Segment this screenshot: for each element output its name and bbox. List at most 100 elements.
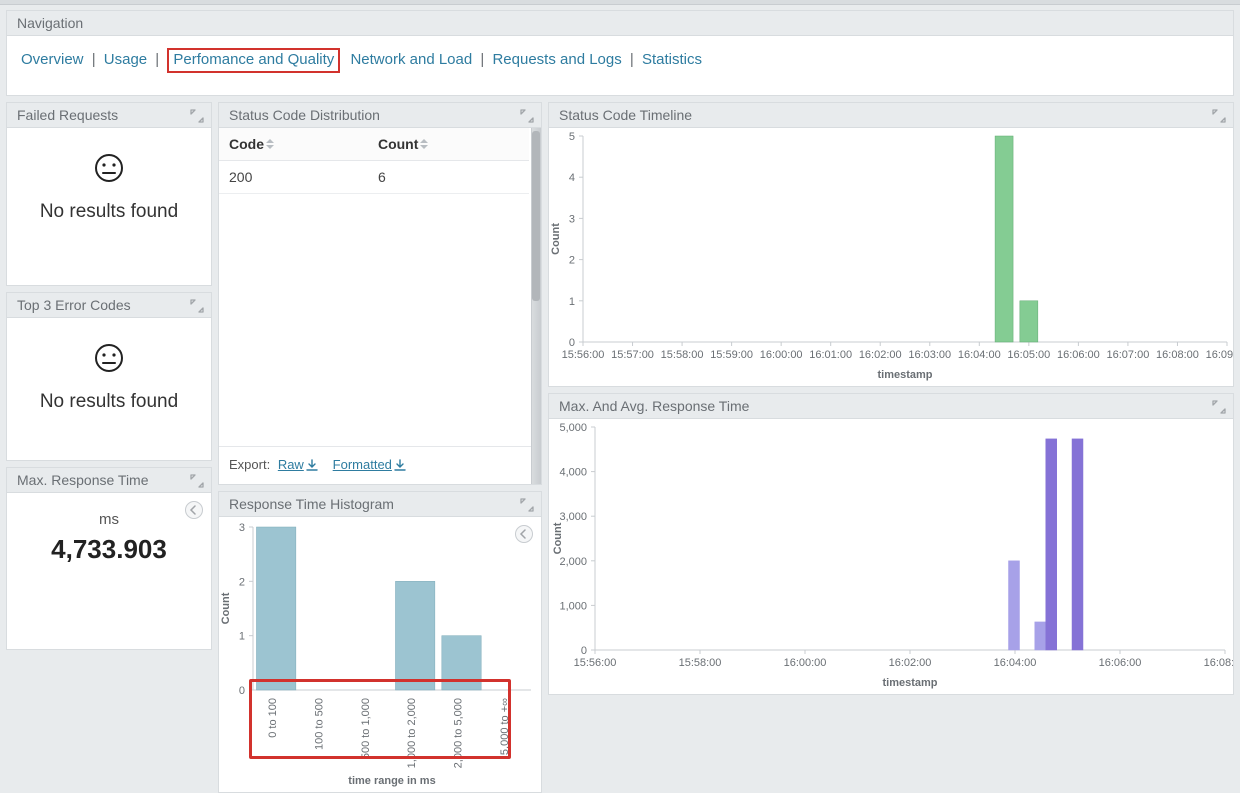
export-formatted-link[interactable]: Formatted — [333, 457, 406, 472]
expand-icon[interactable] — [189, 298, 205, 314]
empty-state: No results found — [7, 318, 211, 431]
col-header-count[interactable]: Count — [368, 128, 529, 161]
svg-text:16:02:00: 16:02:00 — [889, 657, 932, 669]
neutral-face-icon — [7, 342, 211, 381]
svg-text:15:59:00: 15:59:00 — [710, 349, 753, 361]
svg-text:500 to 1,000: 500 to 1,000 — [360, 698, 372, 759]
panel-header: Top 3 Error Codes — [7, 293, 211, 318]
panel-header: Response Time Histogram — [219, 492, 541, 517]
panel-status-code-distribution: Status Code Distribution Code Count — [218, 102, 542, 485]
col-label: Code — [229, 136, 264, 152]
expand-icon[interactable] — [519, 497, 535, 513]
svg-text:2: 2 — [239, 576, 245, 588]
col-header-code[interactable]: Code — [219, 128, 368, 161]
navigation-panel: Navigation Overview | Usage | Perfomance… — [6, 10, 1234, 96]
expand-icon[interactable] — [1211, 399, 1227, 415]
nav-link-overview[interactable]: Overview — [21, 51, 84, 68]
navigation-header: Navigation — [7, 11, 1233, 36]
panel-response-time-histogram: Response Time Histogram 0123Count0 to 10… — [218, 491, 542, 793]
metric-value: 4,733.903 — [7, 534, 211, 565]
empty-state: No results found — [7, 128, 211, 241]
svg-text:16:08:00: 16:08:00 — [1204, 657, 1233, 669]
svg-text:15:58:00: 15:58:00 — [661, 349, 704, 361]
svg-text:1: 1 — [239, 630, 245, 642]
navigation-body: Overview | Usage | Perfomance and Qualit… — [7, 36, 1233, 95]
nav-separator: | — [151, 51, 163, 68]
svg-text:16:00:00: 16:00:00 — [760, 349, 803, 361]
status-code-table: Code Count 2006 — [219, 128, 529, 194]
scrollbar-thumb[interactable] — [532, 131, 540, 301]
svg-text:3: 3 — [569, 213, 575, 225]
svg-text:0: 0 — [239, 685, 245, 697]
neutral-face-icon — [7, 152, 211, 191]
panel-title: Top 3 Error Codes — [17, 297, 131, 313]
metric-unit: ms — [7, 511, 211, 528]
panel-header: Status Code Distribution — [219, 103, 541, 128]
svg-text:2,000 to 5,000: 2,000 to 5,000 — [453, 698, 465, 768]
nav-separator: | — [476, 51, 488, 68]
expand-icon[interactable] — [1211, 108, 1227, 124]
panel-title: Max. And Avg. Response Time — [559, 398, 749, 414]
nav-link-performance-quality[interactable]: Perfomance and Quality — [173, 51, 334, 68]
svg-text:16:05:00: 16:05:00 — [1007, 349, 1050, 361]
panel-top3-error-codes: Top 3 Error Codes No results found — [6, 292, 212, 461]
expand-icon[interactable] — [519, 108, 535, 124]
nav-link-network-load[interactable]: Network and Load — [350, 51, 472, 68]
svg-text:15:58:00: 15:58:00 — [679, 657, 722, 669]
nav-link-usage[interactable]: Usage — [104, 51, 147, 68]
sort-icon[interactable] — [266, 139, 276, 151]
svg-text:5,000 to +∞: 5,000 to +∞ — [499, 698, 511, 755]
svg-text:3,000: 3,000 — [559, 511, 587, 523]
svg-text:15:56:00: 15:56:00 — [574, 657, 617, 669]
download-icon — [306, 459, 318, 474]
svg-text:16:04:00: 16:04:00 — [994, 657, 1037, 669]
svg-text:4,000: 4,000 — [559, 466, 587, 478]
empty-message: No results found — [7, 391, 211, 413]
panel-title: Response Time Histogram — [229, 496, 394, 512]
export-raw-link[interactable]: Raw — [278, 457, 318, 472]
panel-title: Failed Requests — [17, 107, 118, 123]
svg-text:timestamp: timestamp — [882, 677, 937, 689]
scrollbar-track[interactable] — [531, 128, 541, 484]
maxavg-chart: 01,0002,0003,0004,0005,000Count15:56:001… — [549, 419, 1233, 692]
svg-text:2,000: 2,000 — [559, 555, 587, 567]
panel-title: Max. Response Time — [17, 472, 149, 488]
histogram-chart: 0123Count0 to 100100 to 500500 to 1,0001… — [219, 517, 541, 790]
panel-header: Failed Requests — [7, 103, 211, 128]
svg-text:16:04:00: 16:04:00 — [958, 349, 1001, 361]
panel-failed-requests: Failed Requests No results found — [6, 102, 212, 286]
expand-icon[interactable] — [189, 108, 205, 124]
svg-text:16:02:00: 16:02:00 — [859, 349, 902, 361]
prev-arrow-icon[interactable] — [185, 501, 203, 519]
expand-icon[interactable] — [189, 473, 205, 489]
svg-text:16:06:00: 16:06:00 — [1057, 349, 1100, 361]
panel-header: Status Code Timeline — [549, 103, 1233, 128]
nav-separator: | — [626, 51, 638, 68]
svg-text:Count: Count — [550, 222, 562, 254]
export-row: Export: Raw Formatted — [219, 446, 541, 483]
panel-status-code-timeline: Status Code Timeline 012345Count15:56:00… — [548, 102, 1234, 387]
cell-count: 6 — [368, 160, 529, 193]
col-label: Count — [378, 136, 418, 152]
table-row: 2006 — [219, 160, 529, 193]
svg-text:16:01:00: 16:01:00 — [809, 349, 852, 361]
svg-text:16:03:00: 16:03:00 — [908, 349, 951, 361]
svg-text:4: 4 — [569, 172, 575, 184]
cell-code: 200 — [219, 160, 368, 193]
svg-text:time range in ms: time range in ms — [348, 775, 435, 787]
panel-title: Status Code Timeline — [559, 107, 692, 123]
svg-text:2: 2 — [569, 254, 575, 266]
svg-text:0 to 100: 0 to 100 — [267, 698, 279, 738]
panel-max-avg-response-time: Max. And Avg. Response Time 01,0002,0003… — [548, 393, 1234, 695]
nav-link-requests-logs[interactable]: Requests and Logs — [492, 51, 621, 68]
svg-text:15:57:00: 15:57:00 — [611, 349, 654, 361]
nav-separator: | — [88, 51, 100, 68]
svg-text:3: 3 — [239, 522, 245, 534]
nav-link-statistics[interactable]: Statistics — [642, 51, 702, 68]
sort-icon[interactable] — [420, 139, 430, 151]
export-label: Export: — [229, 457, 270, 472]
panel-title: Status Code Distribution — [229, 107, 380, 123]
svg-text:15:56:00: 15:56:00 — [562, 349, 605, 361]
prev-arrow-icon[interactable] — [515, 525, 533, 543]
svg-text:1: 1 — [569, 295, 575, 307]
